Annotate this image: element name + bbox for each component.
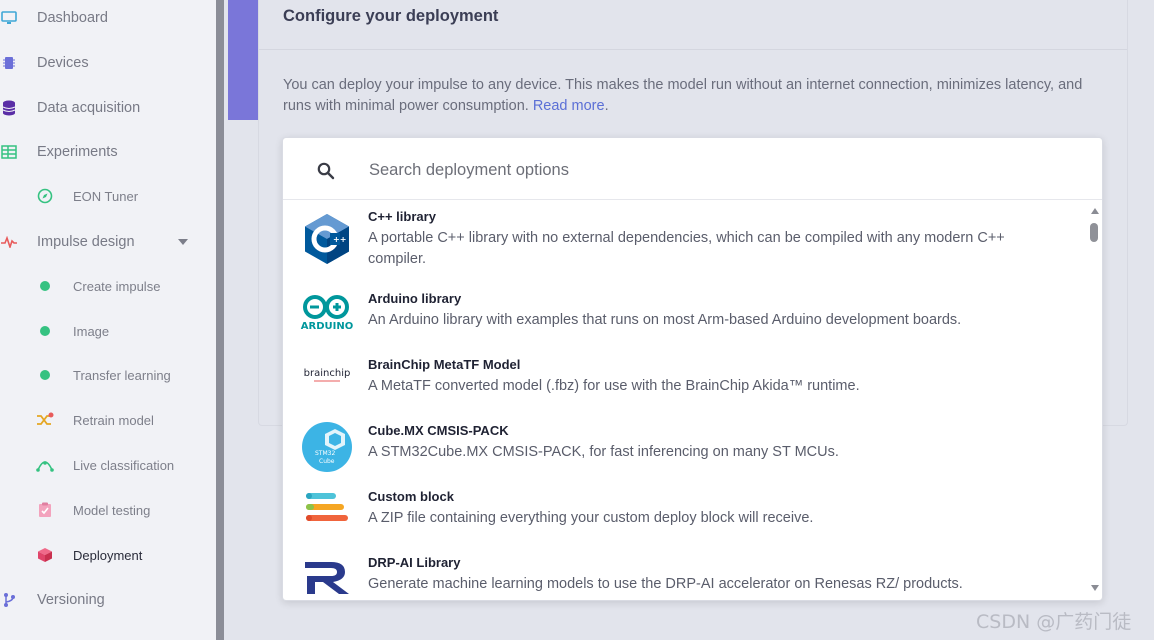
- brainchip-logo-icon: brainchip: [299, 347, 355, 403]
- scroll-down-arrow-icon[interactable]: [1091, 585, 1099, 591]
- svg-text:Cube: Cube: [319, 458, 335, 465]
- sidebar-item-label: Dashboard: [37, 10, 108, 26]
- description-text: You can deploy your impulse to any devic…: [283, 77, 1083, 114]
- green-dot-icon: [36, 277, 54, 295]
- renesas-logo-icon: [299, 549, 355, 600]
- sidebar-item-dashboard[interactable]: Dashboard: [0, 4, 216, 32]
- sidebar-item-label: Model testing: [73, 502, 151, 518]
- sidebar-item-experiments[interactable]: Experiments: [0, 138, 216, 166]
- option-name: Cube.MX CMSIS-PACK: [368, 423, 509, 438]
- sidebar-item-label: Image: [73, 323, 110, 339]
- arduino-logo-icon: ARDUINO: [299, 285, 355, 341]
- search-icon: [317, 162, 335, 185]
- table-icon: [0, 143, 18, 161]
- sidebar-item-label: Experiments: [37, 144, 118, 160]
- sidebar-item-label: EON Tuner: [73, 188, 139, 204]
- watermark: CSDN @广药门徒: [976, 611, 1132, 633]
- compass-icon: [36, 187, 54, 205]
- monitor-icon: [0, 9, 18, 27]
- svg-text:brainchip: brainchip: [304, 368, 351, 379]
- sidebar: Dashboard Devices Data acquisition Exper…: [0, 0, 216, 640]
- sidebar-item-label: Transfer learning: [73, 367, 171, 383]
- sidebar-scrollbar[interactable]: [216, 0, 224, 640]
- sidebar-item-versioning[interactable]: Versioning: [0, 586, 216, 614]
- read-more-link[interactable]: Read more: [533, 98, 605, 114]
- shuffle-icon: [36, 411, 54, 429]
- stm32cube-logo-icon: STM32 Cube: [299, 419, 355, 475]
- option-description: A portable C++ library with no external …: [368, 230, 1005, 267]
- sidebar-item-label: Versioning: [37, 592, 105, 608]
- option-name: C++ library: [368, 209, 436, 224]
- sidebar-item-label: Devices: [37, 55, 89, 71]
- sidebar-item-label: Deployment: [73, 547, 143, 563]
- sidebar-item-label: Data acquisition: [37, 100, 141, 116]
- pulse-icon: [0, 233, 18, 251]
- option-name: DRP-AI Library: [368, 555, 461, 570]
- page-title: Configure your deployment: [283, 7, 499, 25]
- green-dot-icon: [36, 366, 54, 384]
- sidebar-item-label: Live classification: [73, 457, 175, 473]
- clipboard-check-icon: [36, 501, 54, 519]
- sidebar-item-eon-tuner[interactable]: EON Tuner: [0, 182, 216, 210]
- svg-text:STM32: STM32: [315, 450, 335, 457]
- option-name: Arduino library: [368, 291, 462, 306]
- option-description: An Arduino library with examples that ru…: [368, 312, 962, 328]
- scroll-up-arrow-icon[interactable]: [1091, 208, 1099, 214]
- deployment-options-dropdown: ++ C++ library A portable C++ library wi…: [282, 137, 1103, 601]
- chip-icon: [0, 54, 18, 72]
- branch-icon: [0, 591, 18, 609]
- option-description: A ZIP file containing everything your cu…: [368, 510, 814, 526]
- sidebar-item-devices[interactable]: Devices: [0, 49, 216, 77]
- database-icon: [0, 99, 18, 117]
- sidebar-item-data-acquisition[interactable]: Data acquisition: [0, 94, 216, 122]
- option-description: A MetaTF converted model (.fbz) for use …: [368, 378, 860, 394]
- search-row: [283, 138, 1102, 200]
- sidebar-item-label: Retrain model: [73, 412, 154, 428]
- option-name: Custom block: [368, 489, 454, 504]
- cube-icon: [36, 546, 54, 564]
- sidebar-item-model-testing[interactable]: Model testing: [0, 496, 216, 524]
- svg-text:ARDUINO: ARDUINO: [301, 321, 353, 332]
- scrollbar-thumb[interactable]: [1090, 223, 1098, 242]
- custom-block-icon: [299, 481, 355, 537]
- sidebar-item-deployment[interactable]: Deployment: [0, 541, 216, 569]
- green-dot-icon: [36, 322, 54, 340]
- option-name: BrainChip MetaTF Model: [368, 357, 521, 372]
- cpp-logo-icon: ++: [299, 211, 355, 267]
- sidebar-item-live-classification[interactable]: Live classification: [0, 451, 216, 479]
- live-icon: [36, 456, 54, 474]
- sidebar-item-label: Create impulse: [73, 278, 161, 294]
- search-input[interactable]: [369, 156, 969, 184]
- chevron-down-icon[interactable]: [178, 239, 188, 245]
- option-description: Generate machine learning models to use …: [368, 576, 963, 592]
- sidebar-item-image[interactable]: Image: [0, 317, 216, 345]
- sidebar-item-create-impulse[interactable]: Create impulse: [0, 272, 216, 300]
- sidebar-item-impulse-design[interactable]: Impulse design: [0, 228, 216, 256]
- sidebar-item-transfer-learning[interactable]: Transfer learning: [0, 361, 216, 389]
- sidebar-item-label: Impulse design: [37, 234, 135, 250]
- svg-text:++: ++: [333, 235, 346, 244]
- sidebar-item-retrain-model[interactable]: Retrain model: [0, 406, 216, 434]
- option-description: A STM32Cube.MX CMSIS-PACK, for fast infe…: [368, 444, 839, 460]
- card-description: You can deploy your impulse to any devic…: [283, 75, 1113, 117]
- description-period: .: [604, 98, 609, 114]
- card-header: Configure your deployment: [259, 0, 1127, 50]
